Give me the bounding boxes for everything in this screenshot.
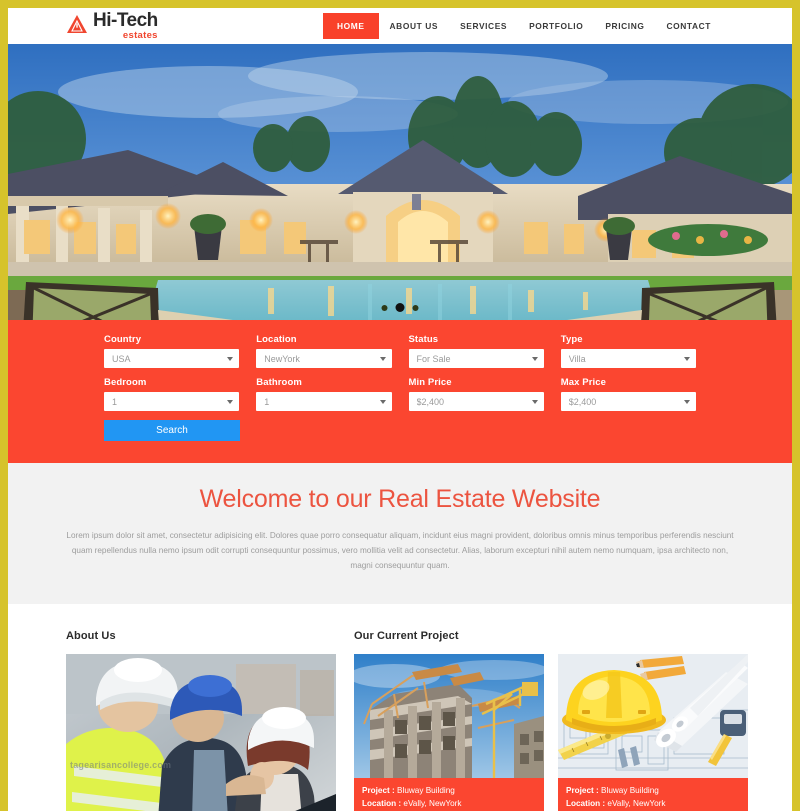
min-price-value: $2,400 [416,396,445,407]
location-value: eVally, NewYork [403,798,462,808]
project-caption: Project : Bluway Building Location : eVa… [354,778,544,811]
project-caption: Project : Bluway Building Location : eVa… [558,778,748,811]
chevron-down-icon [684,356,690,361]
about-us-title: About Us [66,629,116,642]
site-header: Hi-Tech estates HOME ABOUT US SERVICES P… [8,8,792,44]
max-price-label: Max Price [560,377,607,388]
type-value: Villa [568,353,586,364]
nav-item-contact[interactable]: CONTACT [655,14,722,38]
slider-dot-2[interactable] [395,303,405,312]
logo-title: Hi-Tech [93,10,158,32]
max-price-select[interactable]: $2,400 [560,392,696,411]
bathroom-field: Bathroom 1 [256,377,392,411]
location-line: Location : eVally, NewYork [362,797,536,810]
chevron-down-icon [227,356,234,361]
slider-dot-1[interactable] [381,304,388,311]
image-watermark: tagearisancollege.com [70,759,172,770]
project-line: Project : Bluway Building [362,784,536,797]
slider-dots[interactable] [381,303,419,312]
welcome-body: Lorem ipsum dolor sit amet, consectetur … [66,531,734,571]
status-select[interactable]: For Sale [408,349,544,368]
project-label: Project : [566,785,599,795]
location-value: NewYork [264,353,300,364]
country-field: Country USA [104,334,240,368]
search-button[interactable]: Search [104,420,240,441]
nav-item-pricing[interactable]: PRICING [594,14,655,38]
project-label: Project : [362,785,395,795]
chevron-down-icon [227,399,234,404]
hero-slider[interactable] [8,44,792,320]
welcome-section: Welcome to our Real Estate Website Lorem… [8,463,792,604]
slider-dot-3[interactable] [412,304,419,311]
search-row-1: Country USA Location NewYork Status For … [104,334,696,368]
project-card[interactable]: Project : Bluway Building Location : eVa… [558,653,748,811]
project-card[interactable]: Project : Bluway Building Location : eVa… [354,653,544,811]
nav-item-about-us[interactable]: ABOUT US [379,14,450,38]
nav-item-portfolio[interactable]: PORTFOLIO [518,14,594,38]
type-field: Type Villa [560,334,696,368]
chevron-down-icon [531,399,538,404]
min-price-select[interactable]: $2,400 [408,392,544,411]
min-price-label: Min Price [408,377,452,388]
location-field: Location NewYork [256,334,392,368]
bathroom-label: Bathroom [256,377,302,388]
location-label: Location : [362,798,402,808]
chevron-down-icon [684,399,690,404]
bathroom-select[interactable]: 1 [256,392,392,411]
about-us-image: tagearisancollege.com [66,653,336,811]
bathroom-value: 1 [264,396,270,407]
bedroom-select[interactable]: 1 [104,392,240,411]
status-field: Status For Sale [408,334,544,368]
location-line: Location : eVally, NewYork [566,797,740,810]
content-section: About Us tagearisancollege.com Our Curre… [8,604,792,811]
site-logo[interactable]: Hi-Tech estates [66,11,158,41]
location-label: Location : [566,798,606,808]
location-label: Location [256,334,297,345]
max-price-field: Max Price $2,400 [560,377,696,411]
property-search-bar: Country USA Location NewYork Status For … [8,320,792,463]
status-label: Status [408,334,439,345]
project-value: Bluway Building [601,785,659,795]
type-select[interactable]: Villa [560,349,696,368]
page-root: Hi-Tech estates HOME ABOUT US SERVICES P… [8,8,792,811]
welcome-title: Welcome to our Real Estate Website [199,485,601,513]
country-label: Country [104,334,142,345]
project-line: Project : Bluway Building [566,784,740,797]
nav-item-services[interactable]: SERVICES [449,14,518,38]
current-project-title: Our Current Project [354,629,459,642]
chevron-down-icon [379,399,386,404]
type-label: Type [560,334,583,345]
main-nav: HOME ABOUT US SERVICES PORTFOLIO PRICING… [323,13,780,39]
about-us-block: About Us tagearisancollege.com [66,630,336,811]
location-select[interactable]: NewYork [256,349,392,368]
project-card-grid: Project : Bluway Building Location : eVa… [354,653,748,811]
bedroom-field: Bedroom 1 [104,377,240,411]
triangle-logo-icon [66,13,88,35]
country-select[interactable]: USA [104,349,240,368]
location-value: eVally, NewYork [607,798,666,808]
max-price-value: $2,400 [568,396,597,407]
country-value: USA [112,353,131,364]
search-row-2: Bedroom 1 Bathroom 1 Min Price $2,400 Ma… [104,377,696,411]
current-project-block: Our Current Project Project: Bluway Bui… [354,630,748,811]
project-value: Bluway Building [397,785,455,795]
chevron-down-icon [531,356,538,361]
project-image-construction [354,653,544,778]
bedroom-value: 1 [112,396,118,407]
bedroom-label: Bedroom [104,377,147,388]
project-image-blueprints [558,653,748,778]
min-price-field: Min Price $2,400 [408,377,544,411]
hero-image [8,44,792,320]
status-value: For Sale [416,353,451,364]
logo-subtitle: estates [122,30,158,42]
chevron-down-icon [379,356,386,361]
nav-item-home[interactable]: HOME [323,13,379,39]
